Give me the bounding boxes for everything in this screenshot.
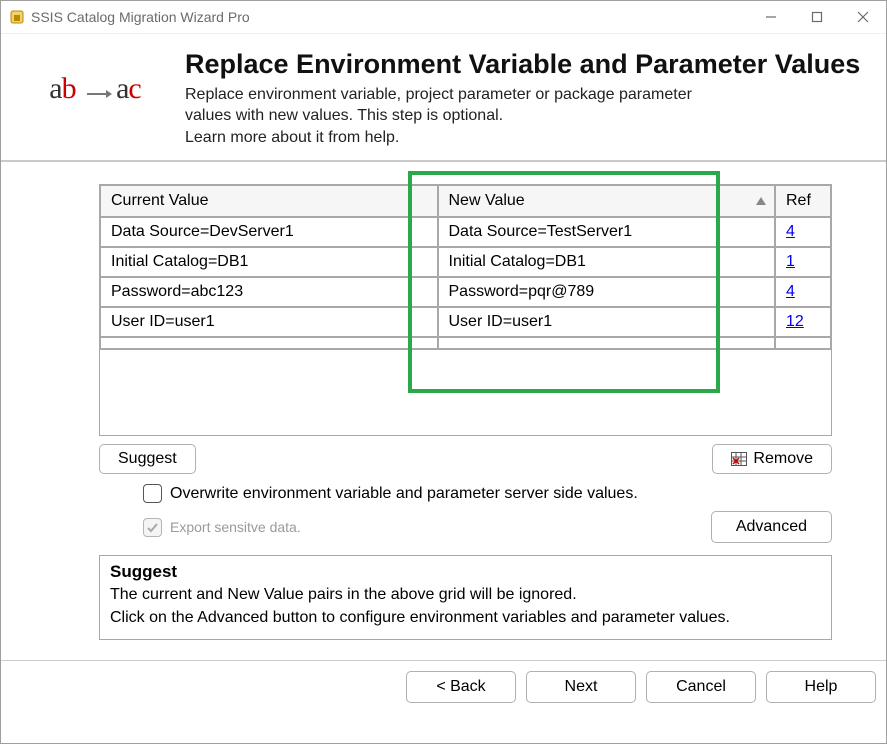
suggest-button[interactable]: Suggest [99,444,196,474]
table-empty-row[interactable] [100,337,831,349]
cell-new[interactable]: Password=pqr@789 [438,277,776,307]
table-row[interactable]: User ID=user1 User ID=user1 12 [100,307,831,337]
minimize-button[interactable] [748,1,794,33]
cancel-button[interactable]: Cancel [646,671,756,703]
replace-icon: ab ac [25,50,165,148]
check-icon [146,521,159,534]
values-grid[interactable]: Current Value New Value Ref Data Source=… [99,184,832,436]
page-description-line1: Replace environment variable, project pa… [185,86,692,103]
info-title: Suggest [110,562,177,581]
next-button[interactable]: Next [526,671,636,703]
remove-button-label: Remove [753,450,813,468]
advanced-button[interactable]: Advanced [711,511,832,543]
titlebar-left: SSIS Catalog Migration Wizard Pro [9,9,250,25]
cell-ref-link[interactable]: 4 [775,217,831,247]
titlebar: SSIS Catalog Migration Wizard Pro [1,1,886,33]
minimize-icon [765,11,777,23]
export-sensitive-checkbox [143,518,162,537]
close-button[interactable] [840,1,886,33]
sort-asc-icon [756,192,766,210]
col-ref[interactable]: Ref [775,185,831,217]
cell-current[interactable]: Data Source=DevServer1 [100,217,438,247]
app-window: SSIS Catalog Migration Wizard Pro ab ac … [0,0,887,744]
window-controls [748,1,886,33]
col-new-value[interactable]: New Value [438,185,776,217]
overwrite-label: Overwrite environment variable and param… [170,485,638,503]
page-description-line3: Learn more about it from help. [185,129,399,146]
remove-button[interactable]: Remove [712,444,832,474]
cell-current[interactable]: Initial Catalog=DB1 [100,247,438,277]
overwrite-checkbox-row: Overwrite environment variable and param… [143,484,832,503]
cell-new[interactable]: Initial Catalog=DB1 [438,247,776,277]
remove-grid-icon [731,452,747,466]
table-row[interactable]: Initial Catalog=DB1 Initial Catalog=DB1 … [100,247,831,277]
help-button[interactable]: Help [766,671,876,703]
col-new-value-label: New Value [449,192,525,209]
cell-empty[interactable] [100,337,438,349]
cell-ref-link[interactable]: 12 [775,307,831,337]
maximize-button[interactable] [794,1,840,33]
cell-current[interactable]: Password=abc123 [100,277,438,307]
wizard-header: ab ac Replace Environment Variable and P… [1,34,886,158]
close-icon [857,11,869,23]
cell-current[interactable]: User ID=user1 [100,307,438,337]
export-sensitive-label: Export sensitve data. [170,519,301,535]
cell-empty[interactable] [775,337,831,349]
cell-empty[interactable] [438,337,776,349]
cell-new[interactable]: Data Source=TestServer1 [438,217,776,247]
maximize-icon [811,11,823,23]
cell-new[interactable]: User ID=user1 [438,307,776,337]
window-title: SSIS Catalog Migration Wizard Pro [31,9,250,25]
table-row[interactable]: Password=abc123 Password=pqr@789 4 [100,277,831,307]
grid-buttons-row: Suggest Remove [99,444,832,474]
grid-empty-area[interactable] [100,349,831,435]
wizard-footer: < Back Next Cancel Help [1,661,886,703]
content-area: Current Value New Value Ref Data Source=… [1,162,886,640]
page-title: Replace Environment Variable and Paramet… [185,50,860,80]
info-line1: The current and New Value pairs in the a… [110,586,577,603]
wizard-header-text: Replace Environment Variable and Paramet… [185,50,860,148]
col-current-value[interactable]: Current Value [100,185,438,217]
table-row[interactable]: Data Source=DevServer1 Data Source=TestS… [100,217,831,247]
overwrite-checkbox[interactable] [143,484,162,503]
grid-header-row: Current Value New Value Ref [100,185,831,217]
info-line2: Click on the Advanced button to configur… [110,609,730,626]
app-icon [9,9,25,25]
export-advanced-row: Export sensitve data. Advanced [143,511,832,543]
back-button[interactable]: < Back [406,671,516,703]
suggest-info-box: Suggest The current and New Value pairs … [99,555,832,640]
page-description-line2: values with new values. This step is opt… [185,107,503,124]
cell-ref-link[interactable]: 1 [775,247,831,277]
cell-ref-link[interactable]: 4 [775,277,831,307]
